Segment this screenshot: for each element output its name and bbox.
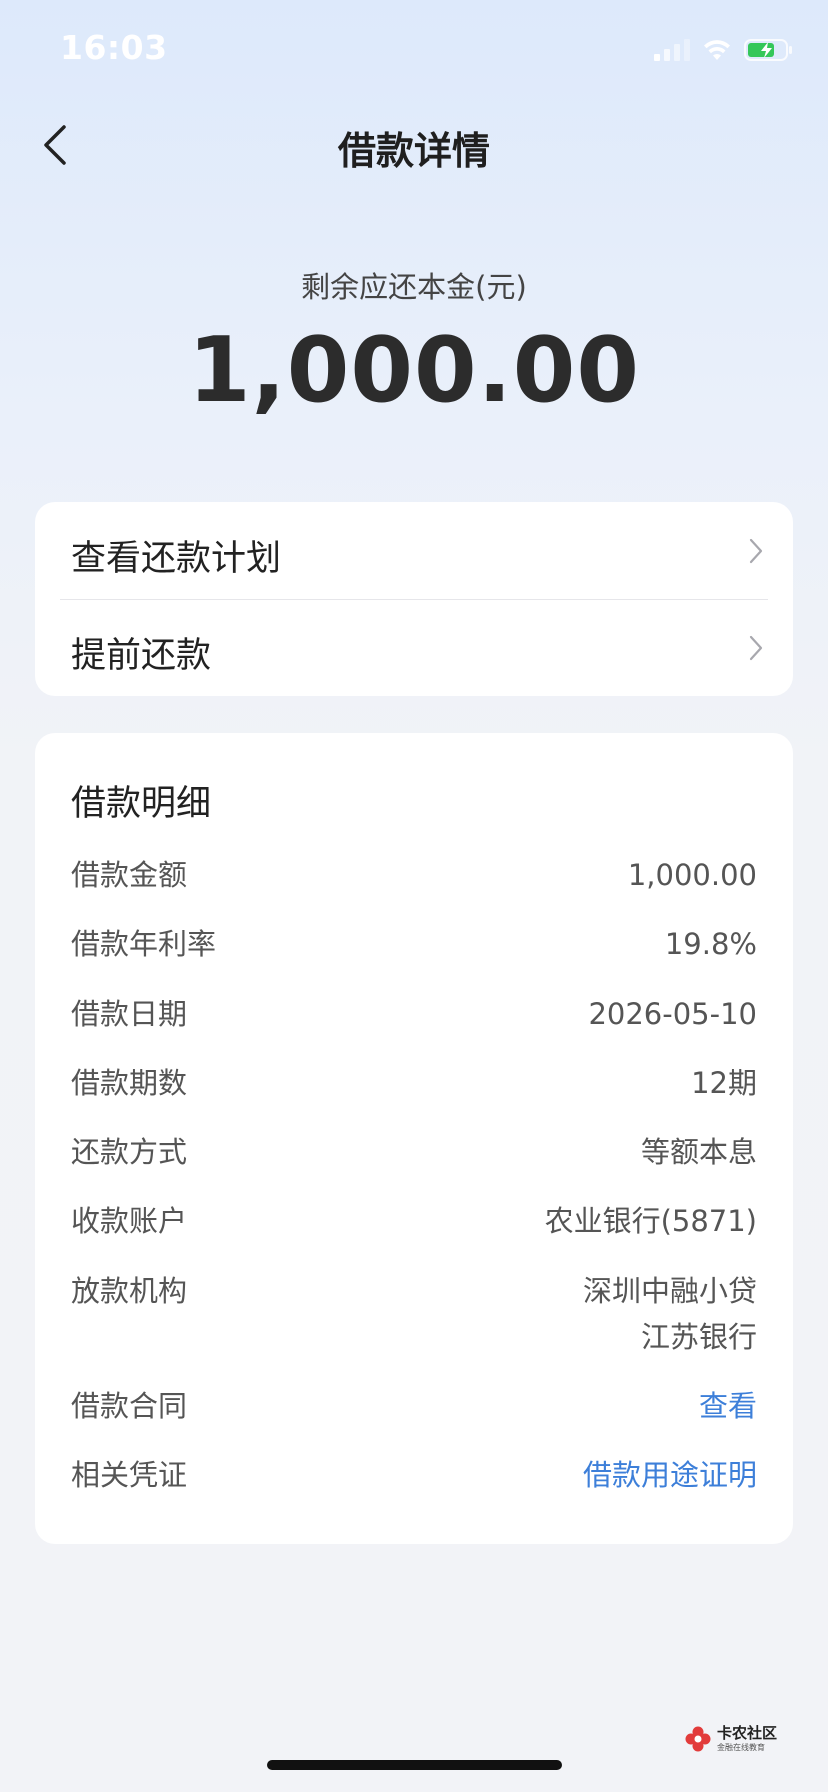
watermark-subtitle: 金融在线教育 [717, 1743, 765, 1752]
detail-label: 借款期数 [71, 1066, 188, 1100]
lending-institution-value-line2: 江苏银行 [640, 1320, 757, 1354]
loan-amount-value: 1,000.00 [627, 858, 757, 892]
annual-rate-value: 19.8% [664, 927, 757, 961]
loan-contract-row: 借款合同 查看 [71, 1383, 757, 1427]
watermark-name: 卡农社区 [717, 1724, 778, 1742]
home-indicator[interactable] [267, 1760, 562, 1770]
loan-date-value: 2026-05-10 [588, 997, 757, 1031]
detail-label: 借款日期 [71, 997, 188, 1031]
actions-card: 查看还款计划 提前还款 [35, 502, 793, 696]
loan-details-card: 借款明细 借款金额 1,000.00 借款年利率 19.8% 借款日期 2026… [35, 733, 793, 1544]
loan-periods-value: 12期 [691, 1066, 757, 1100]
repayment-method-value: 等额本息 [640, 1135, 757, 1169]
page-title: 借款详情 [337, 129, 490, 173]
status-time: 16:03 [60, 28, 168, 67]
lending-institution-row: 放款机构 深圳中融小贷 江苏银行 [71, 1268, 757, 1360]
annual-rate-row: 借款年利率 19.8% [71, 921, 757, 965]
view-contract-link[interactable]: 查看 [699, 1383, 757, 1429]
status-bar: 16:03 [0, 0, 828, 100]
remaining-principal-label: 剩余应还本金(元) [301, 270, 527, 304]
loan-purpose-proof-link[interactable]: 借款用途证明 [583, 1452, 757, 1498]
detail-label: 相关凭证 [71, 1458, 188, 1492]
related-voucher-row: 相关凭证 借款用途证明 [71, 1452, 757, 1496]
view-repayment-plan-row[interactable]: 查看还款计划 [35, 502, 793, 599]
loan-date-row: 借款日期 2026-05-10 [71, 991, 757, 1035]
early-repayment-row[interactable]: 提前还款 [35, 599, 793, 696]
remaining-principal-amount: 1,000.00 [187, 318, 641, 423]
receiving-account-row: 收款账户 农业银行(5871) [71, 1198, 757, 1242]
detail-label: 放款机构 [71, 1274, 188, 1308]
loan-periods-row: 借款期数 12期 [71, 1060, 757, 1104]
watermark-flower-icon [685, 1726, 711, 1752]
detail-label: 收款账户 [71, 1204, 188, 1238]
watermark-logo: 卡农社区 金融在线教育 [684, 1722, 794, 1756]
early-repayment-label: 提前还款 [71, 636, 212, 676]
loan-details-title: 借款明细 [71, 784, 212, 824]
detail-label: 还款方式 [71, 1135, 188, 1169]
lending-institution-value: 深圳中融小贷 [582, 1274, 757, 1308]
status-icons [654, 36, 794, 64]
battery-charging-icon [744, 39, 792, 61]
nav-bar: 借款详情 [0, 100, 828, 190]
receiving-account-value: 农业银行(5871) [544, 1204, 757, 1238]
cellular-signal-icon [654, 39, 690, 61]
chevron-right-icon [749, 635, 763, 661]
detail-label: 借款合同 [71, 1389, 188, 1423]
wifi-icon [704, 40, 730, 60]
chevron-right-icon [749, 538, 763, 564]
loan-amount-row: 借款金额 1,000.00 [71, 852, 757, 896]
detail-label: 借款年利率 [71, 927, 217, 961]
detail-label: 借款金额 [71, 858, 188, 892]
view-repayment-plan-label: 查看还款计划 [71, 539, 282, 579]
repayment-method-row: 还款方式 等额本息 [71, 1129, 757, 1173]
